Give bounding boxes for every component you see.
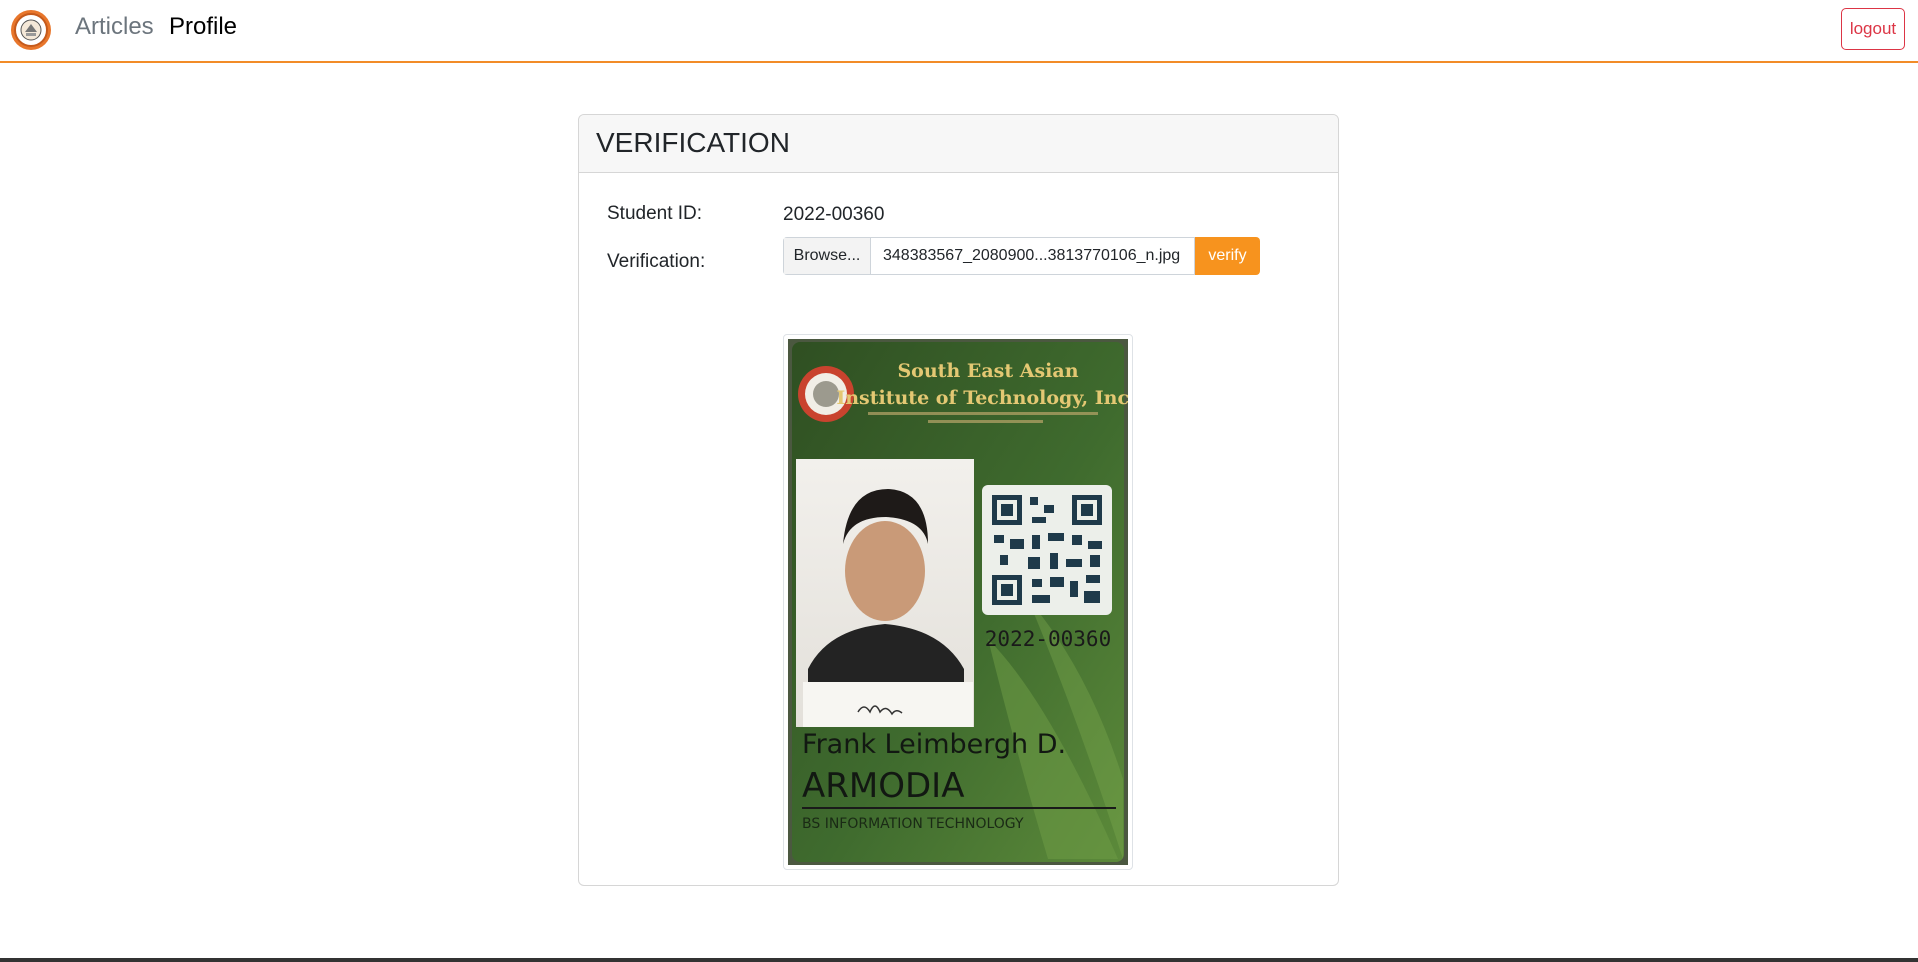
student-id-label: Student ID: <box>607 203 703 224</box>
id-card-first-name: Frank Leimbergh D. <box>802 729 1066 760</box>
selected-file-name: 348383567_2080900...3813770106_n.jpg <box>883 247 1181 264</box>
verify-button[interactable]: verify <box>1195 237 1260 275</box>
id-card-last-name: ARMODIA <box>802 766 964 806</box>
verification-card: VERIFICATION Student ID: 2022-00360 Veri… <box>578 114 1339 886</box>
nav-profile-link[interactable]: Profile <box>169 13 237 41</box>
footer-divider <box>0 958 1918 962</box>
logout-button[interactable]: logout <box>1841 8 1905 50</box>
navbar: Articles Profile logout <box>0 0 1918 63</box>
id-card-preview: South East Asian Institute of Technology… <box>783 334 1133 870</box>
id-card-image: South East Asian Institute of Technology… <box>788 339 1128 865</box>
card-title: VERIFICATION <box>579 115 1338 173</box>
school-logo-icon[interactable] <box>10 9 52 51</box>
id-card-course: BS INFORMATION TECHNOLOGY <box>802 816 1024 832</box>
browse-button[interactable]: Browse... <box>784 238 871 274</box>
student-id-value: 2022-00360 <box>783 204 885 225</box>
id-card-school-line2: Institute of Technology, Inc. <box>836 387 1128 409</box>
file-input[interactable]: Browse... 348383567_2080900...3813770106… <box>783 237 1195 275</box>
id-card-school-line1: South East Asian <box>897 360 1078 382</box>
id-card-fine-print <box>868 412 1098 415</box>
id-card-reg-no <box>928 420 1043 423</box>
nav-articles-link[interactable]: Articles <box>75 13 154 41</box>
verification-label: Verification: <box>607 251 706 272</box>
id-card-student-number: 2022-00360 <box>985 627 1111 651</box>
qr-code <box>982 485 1112 615</box>
